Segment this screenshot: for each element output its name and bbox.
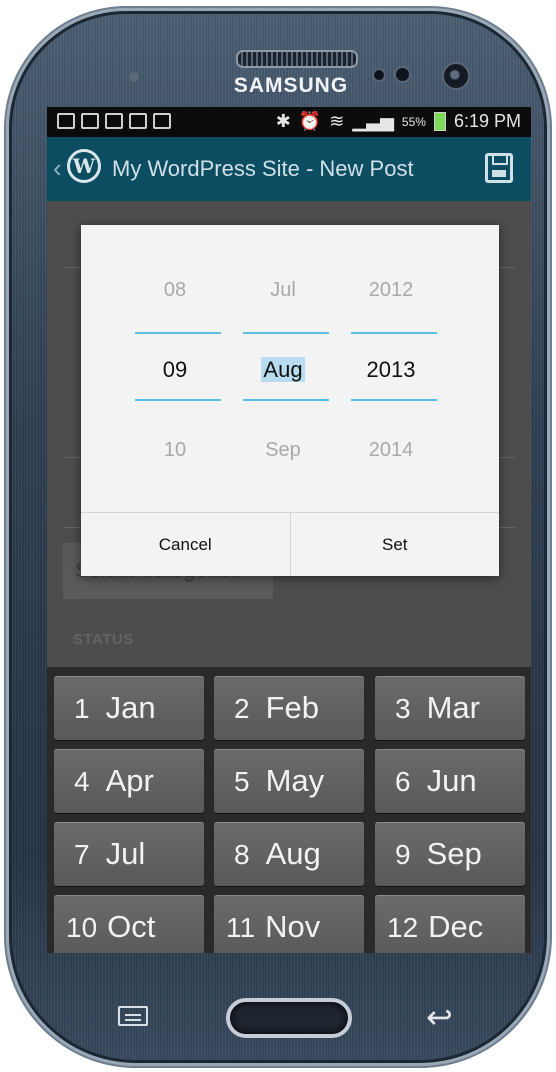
key-jun[interactable]: 6 Jun bbox=[375, 749, 525, 813]
earpiece-speaker bbox=[236, 50, 358, 68]
year-divider-top bbox=[351, 332, 437, 334]
key-nov[interactable]: 11 Nov bbox=[214, 895, 364, 953]
key-label: May bbox=[265, 763, 325, 798]
status-bar: ✱ ⏰ ≋ ▁▃▅ 55% 6:19 PM bbox=[47, 107, 531, 137]
key-label: Jul bbox=[105, 836, 146, 871]
key-number: 11 bbox=[226, 912, 256, 943]
download-icon bbox=[153, 113, 171, 129]
home-button[interactable] bbox=[226, 998, 352, 1038]
key-number: 10 bbox=[66, 912, 98, 943]
month-selected-wrap[interactable]: Aug bbox=[229, 357, 337, 383]
key-dec[interactable]: 12 Dec bbox=[375, 895, 525, 953]
clock: 6:19 PM bbox=[453, 111, 521, 131]
key-number: 5 bbox=[234, 766, 250, 797]
mail-icon bbox=[81, 113, 99, 129]
key-aug[interactable]: 8 Aug bbox=[214, 822, 364, 886]
key-number: 8 bbox=[234, 839, 250, 870]
key-number: 9 bbox=[395, 839, 411, 870]
front-camera bbox=[444, 64, 468, 88]
proximity-sensor bbox=[129, 72, 139, 82]
key-label: Nov bbox=[265, 909, 321, 944]
wordpress-logo-icon[interactable]: W bbox=[67, 149, 101, 183]
key-label: Mar bbox=[426, 690, 480, 725]
alarm-icon: ⏰ bbox=[298, 111, 322, 131]
dialog-buttons: Cancel Set bbox=[81, 512, 499, 576]
key-number: 6 bbox=[395, 766, 411, 797]
status-right: ✱ ⏰ ≋ ▁▃▅ 55% 6:19 PM bbox=[276, 111, 521, 132]
page-title: My WordPress Site - New Post bbox=[112, 156, 414, 181]
key-apr[interactable]: 4 Apr bbox=[54, 749, 204, 813]
key-may[interactable]: 5 May bbox=[214, 749, 364, 813]
key-jan[interactable]: 1 Jan bbox=[54, 676, 204, 740]
month-divider-bottom bbox=[243, 399, 329, 401]
month-keyboard: 1 Jan 2 Feb 3 Mar 4 Apr 5 May 6 Jun 7 Jul 8 Aug … bbox=[47, 667, 531, 953]
key-oct[interactable]: 10 Oct bbox=[54, 895, 204, 953]
year-divider-bottom bbox=[351, 399, 437, 401]
year-next[interactable]: 2014 bbox=[337, 439, 445, 462]
key-number: 1 bbox=[74, 693, 90, 724]
light-sensor bbox=[374, 70, 384, 80]
brand-logo: SAMSUNG bbox=[233, 74, 349, 97]
mail-icon bbox=[105, 113, 123, 129]
key-label: Jan bbox=[105, 690, 156, 725]
key-feb[interactable]: 2 Feb bbox=[214, 676, 364, 740]
menu-key-icon[interactable] bbox=[118, 1006, 148, 1026]
key-sep[interactable]: 9 Sep bbox=[375, 822, 525, 886]
save-icon[interactable] bbox=[485, 153, 513, 183]
month-prev[interactable]: Jul bbox=[229, 279, 337, 302]
key-number: 12 bbox=[387, 912, 419, 943]
hardware-nav: ↩ bbox=[0, 960, 556, 1070]
day-prev[interactable]: 08 bbox=[121, 279, 229, 302]
key-number: 4 bbox=[74, 766, 90, 797]
notification-icons bbox=[57, 113, 171, 129]
key-label: Dec bbox=[428, 909, 484, 944]
key-number: 7 bbox=[74, 839, 90, 870]
day-selected[interactable]: 09 bbox=[121, 357, 229, 383]
wifi-icon: ≋ bbox=[329, 111, 345, 131]
key-label: Apr bbox=[105, 763, 154, 798]
key-label: Jun bbox=[426, 763, 477, 798]
back-chevron-icon[interactable]: ‹ bbox=[53, 153, 62, 184]
month-selected[interactable]: Aug bbox=[261, 357, 305, 382]
day-divider-top bbox=[135, 332, 221, 334]
signal-icon: ▁▃▅ bbox=[352, 111, 394, 131]
key-number: 2 bbox=[234, 693, 250, 724]
calendar-icon bbox=[129, 113, 147, 129]
day-next[interactable]: 10 bbox=[121, 439, 229, 462]
battery-percent: 55% bbox=[401, 114, 426, 129]
key-number: 3 bbox=[395, 693, 411, 724]
set-button[interactable]: Set bbox=[289, 513, 500, 576]
key-jul[interactable]: 7 Jul bbox=[54, 822, 204, 886]
key-label: Feb bbox=[265, 690, 319, 725]
key-mar[interactable]: 3 Mar bbox=[375, 676, 525, 740]
year-prev[interactable]: 2012 bbox=[337, 279, 445, 302]
screen: ✱ ⏰ ≋ ▁▃▅ 55% 6:19 PM ‹ W My WordPress S… bbox=[47, 107, 531, 953]
back-arrow-icon[interactable]: ↩ bbox=[426, 998, 453, 1036]
notification-icon bbox=[57, 113, 75, 129]
cancel-button[interactable]: Cancel bbox=[81, 513, 290, 576]
action-bar: ‹ W My WordPress Site - New Post bbox=[47, 137, 531, 201]
key-label: Aug bbox=[265, 836, 321, 871]
month-next[interactable]: Sep bbox=[229, 439, 337, 462]
day-divider-bottom bbox=[135, 399, 221, 401]
key-label: Sep bbox=[426, 836, 482, 871]
key-label: Oct bbox=[107, 909, 156, 944]
sensor-icon bbox=[396, 68, 409, 81]
battery-icon bbox=[433, 112, 446, 131]
bluetooth-icon: ✱ bbox=[275, 111, 291, 131]
month-divider-top bbox=[243, 332, 329, 334]
date-picker-dialog: 08 09 10 Jul Aug Sep 2012 2013 2014 Canc… bbox=[81, 225, 499, 576]
year-selected[interactable]: 2013 bbox=[337, 357, 445, 383]
